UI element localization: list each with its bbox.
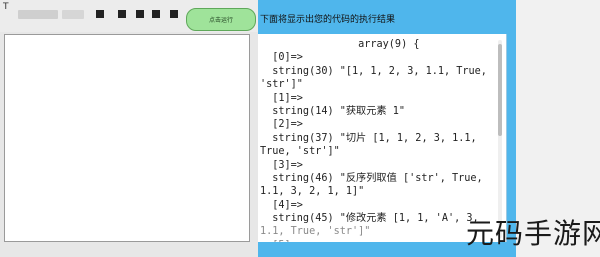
output-line: string(14) "获取元素 1" bbox=[260, 105, 406, 117]
blurred-toolbar-item bbox=[18, 10, 58, 19]
output-line: [2]=> bbox=[260, 119, 303, 131]
output-line: True, 'str']" bbox=[260, 146, 340, 158]
ui-screenshot: T 点击运行 下面将显示出您的代码的执行结果 array(9) { [0]=> … bbox=[0, 0, 600, 257]
output-line: string(46) "反序列取值 ['str', True, bbox=[260, 172, 483, 184]
output-line: [4]=> bbox=[260, 199, 303, 211]
output-line: [1]=> bbox=[260, 92, 303, 104]
output-line: [0]=> bbox=[260, 52, 303, 64]
toolbar-square-icon[interactable] bbox=[152, 10, 160, 18]
toolbar-label: T bbox=[3, 2, 9, 12]
code-editor[interactable] bbox=[4, 34, 250, 242]
watermark-logo: 元码手游网 bbox=[466, 217, 600, 250]
editor-panel: T 点击运行 bbox=[0, 0, 258, 257]
blurred-toolbar-item bbox=[62, 10, 84, 19]
output-line: array(9) { bbox=[260, 39, 420, 50]
output-line: string(37) "切片 [1, 1, 2, 3, 1.1, bbox=[260, 132, 477, 144]
scrollbar-thumb[interactable] bbox=[498, 44, 502, 136]
output-box: array(9) { [0]=> string(30) "[1, 1, 2, 3… bbox=[258, 34, 507, 242]
toolbar-square-icon[interactable] bbox=[170, 10, 178, 18]
toolbar-square-icon[interactable] bbox=[118, 10, 126, 18]
editor-toolbar: T 点击运行 bbox=[0, 0, 258, 32]
output-scrollbar[interactable] bbox=[498, 40, 502, 238]
run-button[interactable]: 点击运行 bbox=[186, 8, 256, 31]
output-line: 1.1, 3, 2, 1, 1]" bbox=[260, 186, 365, 198]
toolbar-square-icon[interactable] bbox=[96, 10, 104, 18]
output-header: 下面将显示出您的代码的执行结果 bbox=[260, 15, 396, 25]
output-line: 'str']" bbox=[260, 79, 303, 91]
toolbar-square-icon[interactable] bbox=[136, 10, 144, 18]
output-line: string(30) "[1, 1, 2, 3, 1.1, True, bbox=[260, 65, 487, 77]
output-line: [3]=> bbox=[260, 159, 303, 171]
